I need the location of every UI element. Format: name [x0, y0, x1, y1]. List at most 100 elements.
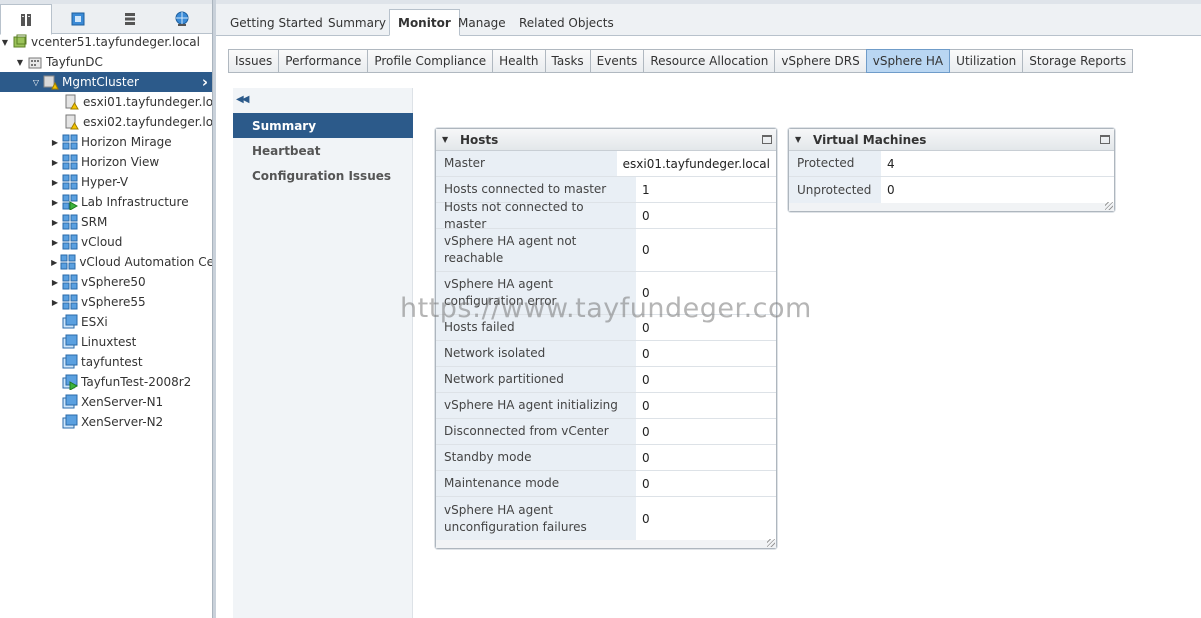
row-label: Hosts not connected to master — [436, 200, 636, 231]
resize-grip-icon[interactable] — [1105, 202, 1113, 210]
row-value: 0 — [642, 450, 650, 465]
tree-item-label: XenServer-N1 — [81, 395, 164, 409]
vapp-icon — [60, 254, 76, 270]
subtab-utilization[interactable]: Utilization — [949, 49, 1024, 73]
tree-item-host[interactable]: esxi02.tayfundeger.local — [0, 112, 212, 132]
vms-templates-tab[interactable] — [52, 4, 104, 34]
networking-tab[interactable] — [156, 4, 208, 34]
expand-right-icon[interactable]: ▶ — [50, 297, 60, 307]
expand-down-icon[interactable]: ▼ — [15, 57, 25, 67]
vm-icon — [62, 334, 78, 349]
subtab-issues[interactable]: Issues — [228, 49, 280, 73]
tree-item-vapp[interactable]: ▶ vSphere50 — [0, 272, 212, 292]
tree-item-vm[interactable]: XenServer-N2 — [0, 412, 212, 432]
expand-right-icon[interactable]: ▶ — [50, 157, 60, 167]
tree-item-vapp[interactable]: ▶ Lab Infrastructure — [0, 192, 212, 212]
tree-item-vapp[interactable]: ▶ Horizon View — [0, 152, 212, 172]
datacenter-icon — [28, 57, 42, 69]
tree-item-host[interactable]: esxi01.tayfundeger.local — [0, 92, 212, 112]
tree-item-vapp[interactable]: ▶ vSphere55 — [0, 292, 212, 312]
expand-right-icon[interactable]: ▶ — [50, 137, 60, 147]
tree-item-label: TayfunTest-2008r2 — [81, 375, 192, 389]
row-value: 0 — [642, 372, 650, 387]
chevron-right-icon[interactable]: › — [202, 73, 208, 91]
subtab-profile-compliance[interactable]: Profile Compliance — [367, 49, 494, 73]
tree-item-vm[interactable]: TayfunTest-2008r2 — [0, 372, 212, 392]
hosts-portlet-title: Hosts — [460, 132, 499, 147]
tree-item-vm[interactable]: XenServer-N1 — [0, 392, 212, 412]
subtab-resource-allocation[interactable]: Resource Allocation — [643, 49, 776, 73]
subtab-health[interactable]: Health — [492, 49, 546, 73]
subtab-events[interactable]: Events — [589, 49, 645, 73]
tree-item-vapp[interactable]: ▶ SRM — [0, 212, 212, 232]
collapse-down-icon[interactable]: ▼ — [442, 135, 450, 144]
table-row: Master esxi01.tayfundeger.local — [436, 151, 776, 177]
expand-right-icon[interactable]: ▶ — [50, 237, 60, 247]
row-value: 0 — [642, 286, 650, 300]
tab-summary[interactable]: Summary — [320, 10, 394, 36]
expand-right-icon[interactable]: ▶ — [50, 177, 60, 187]
expand-right-icon[interactable]: ▶ — [50, 257, 58, 267]
expand-right-icon[interactable]: ▶ — [50, 277, 60, 287]
main-panel: Getting Started Summary Monitor Manage R… — [216, 0, 1201, 618]
row-value: 0 — [642, 511, 650, 526]
collapse-down-icon[interactable]: ▼ — [795, 135, 803, 144]
expand-right-icon[interactable]: ▶ — [50, 197, 60, 207]
collapse-left-icon[interactable]: ◀◀ — [236, 94, 249, 105]
vapp-running-icon — [62, 194, 78, 210]
tree-item-vapp[interactable]: ▶ vCloud — [0, 232, 212, 252]
ha-nav-summary[interactable]: Summary — [233, 113, 413, 138]
hosts-portlet: ▼ Hosts Master esxi01.tayfundeger.local … — [435, 128, 777, 549]
tree-item-vm[interactable]: tayfuntest — [0, 352, 212, 372]
tree-item-vm[interactable]: Linuxtest — [0, 332, 212, 352]
row-label: Master — [436, 151, 617, 176]
hosts-clusters-tab[interactable] — [0, 4, 52, 35]
portlet-footer — [436, 539, 776, 548]
tree-item-vcenter[interactable]: ▼ vcenter51.tayfundeger.local — [0, 32, 212, 52]
tab-related-objects[interactable]: Related Objects — [511, 10, 622, 36]
tree-item-vapp[interactable]: ▶ Hyper-V — [0, 172, 212, 192]
tree-item-label: vSphere50 — [81, 275, 146, 289]
vapp-icon — [62, 134, 78, 150]
table-row: vSphere HA agent initializing 0 — [436, 393, 776, 419]
subtab-vsphere-ha[interactable]: vSphere HA — [865, 49, 951, 73]
vm-icon — [62, 414, 78, 429]
row-value: 0 — [642, 424, 650, 439]
row-value: esxi01.tayfundeger.local — [622, 156, 770, 171]
subtab-vsphere-drs[interactable]: vSphere DRS — [774, 49, 867, 73]
tree-item-vm[interactable]: ESXi — [0, 312, 212, 332]
virtual-machines-portlet: ▼ Virtual Machines Protected 4 Unprotect… — [788, 128, 1115, 212]
tree-item-label: tayfuntest — [81, 355, 143, 369]
row-label: Protected — [789, 151, 881, 176]
tree-item-label: MgmtCluster — [62, 75, 139, 89]
tab-getting-started[interactable]: Getting Started — [222, 10, 331, 36]
tree-item-datacenter[interactable]: ▼ TayfunDC — [0, 52, 212, 72]
ha-nav-heartbeat[interactable]: Heartbeat — [233, 138, 413, 163]
subtab-performance[interactable]: Performance — [278, 49, 369, 73]
row-label: vSphere HA agent initializing — [436, 393, 636, 418]
maximize-icon[interactable] — [1100, 135, 1110, 144]
row-label: Maintenance mode — [436, 471, 636, 496]
expand-down-icon[interactable]: ▼ — [0, 37, 10, 47]
row-value: 0 — [642, 346, 650, 361]
tree-item-mgmtcluster[interactable]: ▽ MgmtCluster › — [0, 72, 212, 92]
tree-item-label: ESXi — [81, 315, 108, 329]
maximize-icon[interactable] — [762, 135, 772, 144]
table-row: Standby mode 0 — [436, 445, 776, 471]
host-warning-icon — [65, 114, 79, 130]
table-row: vSphere HA agent not reachable 0 — [436, 229, 776, 272]
table-row: Network isolated 0 — [436, 341, 776, 367]
storage-tab[interactable] — [104, 4, 156, 34]
expand-right-icon[interactable]: ▶ — [50, 217, 60, 227]
subtab-tasks[interactable]: Tasks — [544, 49, 591, 73]
subtab-storage-reports[interactable]: Storage Reports — [1022, 49, 1134, 73]
tree-item-label: vcenter51.tayfundeger.local — [31, 35, 200, 49]
tab-manage[interactable]: Manage — [450, 10, 514, 36]
row-label: vSphere HA agent unconfiguration failure… — [436, 497, 636, 540]
tree-item-vapp[interactable]: ▶ Horizon Mirage — [0, 132, 212, 152]
tree-item-vapp[interactable]: ▶ vCloud Automation Center — [0, 252, 212, 272]
expand-down-icon[interactable]: ▽ — [31, 77, 41, 87]
ha-nav-configuration-issues[interactable]: Configuration Issues — [233, 163, 413, 188]
resize-grip-icon[interactable] — [767, 539, 775, 547]
tree-item-label: vCloud — [81, 235, 123, 249]
